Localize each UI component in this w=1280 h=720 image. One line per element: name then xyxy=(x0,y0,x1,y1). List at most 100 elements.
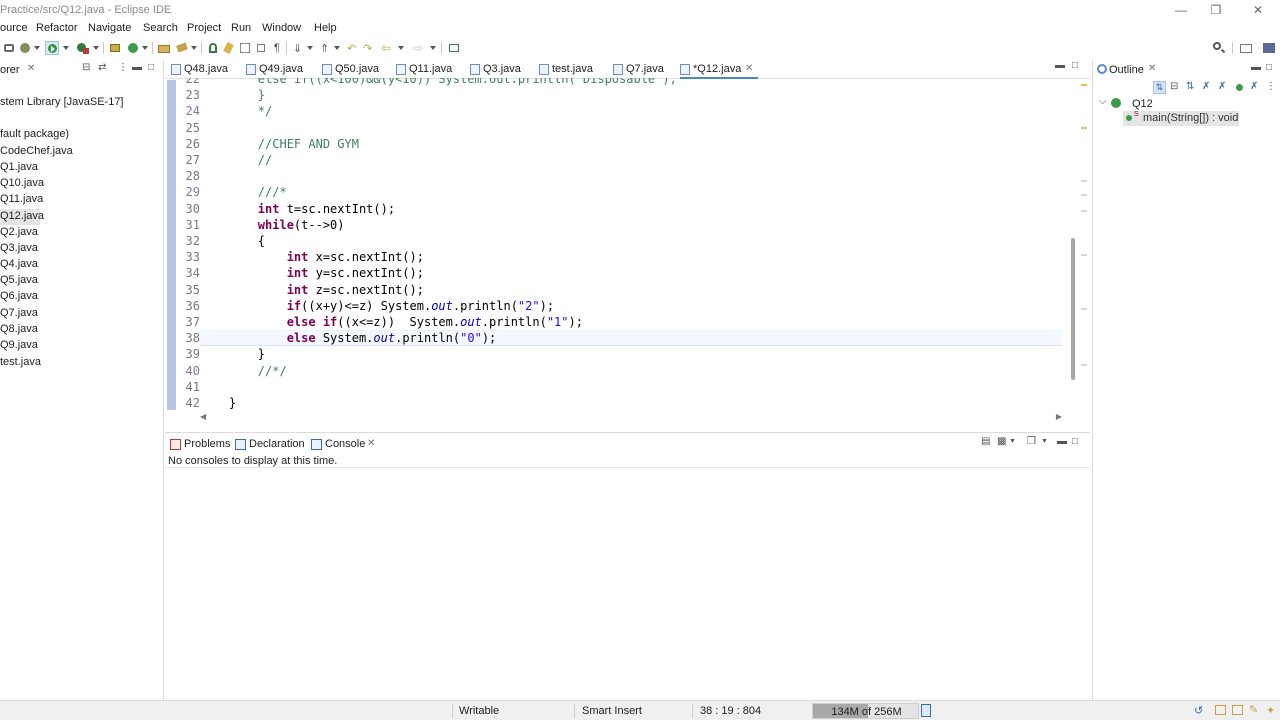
debug-icon[interactable] xyxy=(18,41,32,55)
menu-source[interactable]: ource xyxy=(0,22,28,34)
editor-horizontal-scrollbar[interactable]: ◀ ▶ xyxy=(200,412,1062,424)
overview-marker[interactable] xyxy=(1081,210,1087,212)
code-line[interactable]: int y=sc.nextInt(); xyxy=(200,266,424,280)
previous-annotation-icon[interactable]: ⇑ xyxy=(318,41,332,55)
back-dropdown-icon[interactable] xyxy=(398,46,404,50)
code-line[interactable]: else if((x<100)&&(y<10)) System.out.prin… xyxy=(200,78,677,86)
open-console-dropdown-icon[interactable]: ▼ xyxy=(1041,438,1048,445)
editor-tab[interactable]: Q48.java xyxy=(171,60,237,79)
hide-nonpublic-icon[interactable]: ✗ xyxy=(1218,81,1226,92)
menu-window[interactable]: Window xyxy=(262,22,301,34)
editor-maximize-icon[interactable]: □ xyxy=(1072,60,1078,71)
editor-tab[interactable]: Q50.java xyxy=(322,60,388,79)
tree-item[interactable]: Q2.java xyxy=(0,225,160,241)
tree-item[interactable]: Q9.java xyxy=(0,338,160,354)
editor-tab[interactable]: Q3.java xyxy=(470,60,536,79)
editor-tab[interactable]: Q11.java xyxy=(396,60,462,79)
pin-console-icon[interactable]: ▤ xyxy=(981,436,990,447)
code-line[interactable]: } xyxy=(200,88,265,102)
code-line[interactable]: } xyxy=(200,347,265,361)
code-line[interactable]: } xyxy=(200,396,236,410)
heap-status[interactable]: 134M of 256M xyxy=(812,703,919,719)
open-perspective-icon[interactable] xyxy=(1239,41,1253,55)
overview-warning-marker[interactable] xyxy=(1081,84,1087,86)
scroll-left-icon[interactable]: ◀ xyxy=(200,412,206,421)
collapse-all-icon[interactable]: ⊟ xyxy=(82,62,90,73)
tree-item[interactable]: Q10.java xyxy=(0,176,160,192)
tasks-icon[interactable] xyxy=(1215,705,1226,715)
tree-item[interactable]: Q1.java xyxy=(0,160,160,176)
search-dropdown-icon[interactable] xyxy=(191,46,197,50)
tip-icon[interactable]: ✦ xyxy=(1266,704,1275,717)
tree-item[interactable]: Q11.java xyxy=(0,192,160,208)
outline-close-icon[interactable]: ✕ xyxy=(1148,63,1156,74)
back-icon[interactable]: ⇦ xyxy=(380,41,394,55)
outline-menu-icon[interactable]: ⋮ xyxy=(1266,81,1276,92)
tree-item[interactable]: Q12.java xyxy=(0,209,44,225)
show-whitespace-icon[interactable]: ¶ xyxy=(270,41,284,55)
overview-marker[interactable] xyxy=(1081,254,1087,256)
display-console-icon[interactable]: ▩ xyxy=(997,436,1006,447)
outline-tab-label[interactable]: Outline xyxy=(1109,64,1144,76)
hide-fields-icon[interactable]: ⇅ xyxy=(1186,81,1194,92)
tree-item[interactable]: fault package) xyxy=(0,127,160,143)
link-editor-icon[interactable]: ⇄ xyxy=(98,62,106,73)
scroll-right-icon[interactable]: ▶ xyxy=(1056,412,1062,421)
tree-item[interactable]: test.java xyxy=(0,355,160,371)
debug-dropdown-icon[interactable] xyxy=(34,46,40,50)
outline-minimize-icon[interactable]: ▬ xyxy=(1251,62,1261,73)
tree-item[interactable]: Q3.java xyxy=(0,241,160,257)
next-annotation-icon[interactable]: ⇓ xyxy=(291,41,305,55)
code-line[interactable]: int x=sc.nextInt(); xyxy=(200,250,424,264)
explorer-close-icon[interactable]: ✕ xyxy=(27,63,35,74)
highlight-icon[interactable] xyxy=(222,41,236,55)
block-selection-icon[interactable] xyxy=(238,41,252,55)
problems-status-icon[interactable] xyxy=(1232,705,1243,715)
menu-project[interactable]: Project xyxy=(187,22,221,34)
view-menu-icon[interactable]: ⋮ xyxy=(118,62,128,73)
tree-item[interactable]: stem Library [JavaSE-17] xyxy=(0,95,160,111)
menu-navigate[interactable]: Navigate xyxy=(88,22,131,34)
collapse-outline-icon[interactable]: ⊟ xyxy=(1170,81,1178,92)
console-tab-close-icon[interactable]: ✕ xyxy=(367,438,375,449)
editor-vertical-scrollbar[interactable] xyxy=(1069,80,1077,410)
overview-marker[interactable] xyxy=(1081,364,1087,366)
editor-scroll-thumb[interactable] xyxy=(1071,238,1075,380)
forward-edit-icon[interactable]: ↷ xyxy=(362,41,376,55)
code-line[interactable]: //CHEF AND GYM xyxy=(200,137,359,151)
search-icon[interactable] xyxy=(1212,41,1226,55)
editor-tab-close-icon[interactable]: ✕ xyxy=(745,63,753,74)
hide-static-icon[interactable]: ✗ xyxy=(1202,81,1210,92)
code-line[interactable]: else System.out.println("0"); xyxy=(200,331,497,345)
console-maximize-icon[interactable]: □ xyxy=(1072,436,1078,447)
edit-icon[interactable]: ✎ xyxy=(1249,703,1258,716)
code-line[interactable]: int t=sc.nextInt(); xyxy=(200,202,395,216)
next-annotation-dropdown-icon[interactable] xyxy=(307,46,313,50)
new-class-dropdown-icon[interactable] xyxy=(142,46,148,50)
code-line[interactable]: ///* xyxy=(200,185,287,199)
chevron-down-icon[interactable]: ⌵ xyxy=(1099,96,1107,107)
outline-class-row[interactable]: ⌵ Q12 xyxy=(1097,96,1280,112)
outline-maximize-icon[interactable]: □ xyxy=(1266,62,1272,73)
tree-item[interactable]: Q6.java xyxy=(0,289,160,305)
link-outline-icon[interactable]: ✗ xyxy=(1250,81,1258,92)
previous-annotation-dropdown-icon[interactable] xyxy=(334,46,340,50)
tree-item[interactable]: CodeChef.java xyxy=(0,144,160,160)
new-package-icon[interactable] xyxy=(108,41,122,55)
menu-search[interactable]: Search xyxy=(143,22,178,34)
menu-refactor[interactable]: Refactor xyxy=(36,22,78,34)
menu-run[interactable]: Run xyxy=(231,22,251,34)
toggle-mark-icon[interactable] xyxy=(206,41,220,55)
overview-marker[interactable] xyxy=(1081,180,1087,182)
overview-marker[interactable] xyxy=(1081,308,1087,310)
outline-method-row[interactable]: S main(String[]) : void xyxy=(1123,111,1239,126)
hide-local-types-icon[interactable] xyxy=(1236,84,1243,91)
editor-tab[interactable]: Q7.java xyxy=(613,60,679,79)
code-line[interactable]: // xyxy=(200,153,272,167)
build-icon[interactable] xyxy=(2,41,16,55)
forward-dropdown-icon[interactable] xyxy=(430,46,436,50)
menu-help[interactable]: Help xyxy=(314,22,337,34)
open-type-icon[interactable] xyxy=(157,41,171,55)
status-insert-mode[interactable]: Smart Insert xyxy=(582,705,642,717)
pin-editor-icon[interactable] xyxy=(447,41,461,55)
